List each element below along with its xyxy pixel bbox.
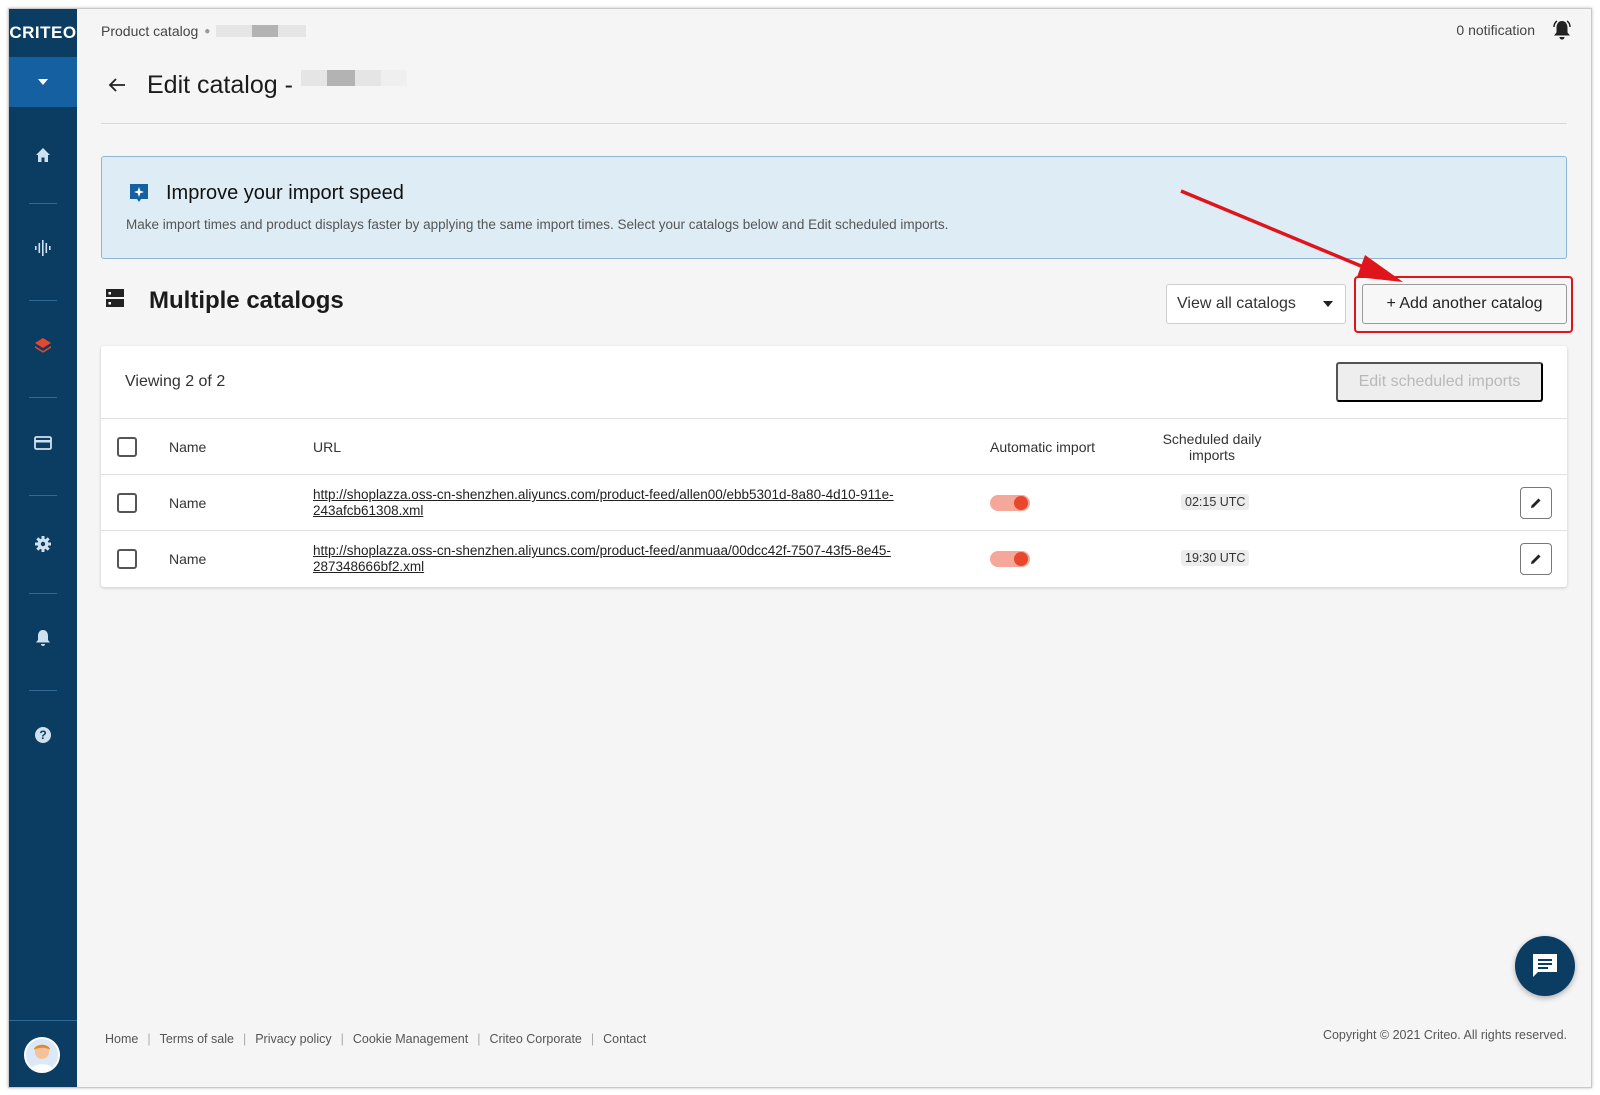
sidebar-item-help[interactable]: ?	[9, 715, 77, 755]
catalog-name: Name	[169, 495, 207, 511]
page-header: Edit catalog -	[101, 69, 407, 100]
column-header-scheduled-imports: Scheduled daily imports	[1162, 431, 1262, 463]
catalog-url-link[interactable]: http://shoplazza.oss-cn-shenzhen.aliyunc…	[313, 543, 963, 575]
table-row: Name http://shoplazza.oss-cn-shenzhen.al…	[101, 530, 1567, 587]
sidebar-item-settings[interactable]	[9, 524, 77, 564]
column-header-automatic-import: Automatic import	[990, 439, 1096, 455]
footer-link-privacy[interactable]: Privacy policy	[255, 1032, 331, 1046]
edit-catalog-button[interactable]	[1520, 543, 1552, 575]
sidebar-item-notifications[interactable]	[9, 618, 77, 658]
copyright-text: Copyright © 2021 Criteo. All rights rese…	[1322, 1028, 1567, 1042]
view-catalogs-select[interactable]: View all catalogs	[1166, 284, 1346, 324]
section-title: Multiple catalogs	[149, 287, 344, 314]
annotation-arrow	[1180, 189, 1403, 282]
table-row: Name http://shoplazza.oss-cn-shenzhen.al…	[101, 474, 1567, 530]
bell-ringing-icon[interactable]	[1551, 19, 1573, 41]
caret-down-icon	[38, 79, 48, 85]
audio-wave-icon	[35, 240, 51, 256]
home-icon	[36, 148, 50, 162]
footer-links: Home | Terms of sale | Privacy policy | Coo…	[105, 1032, 647, 1046]
back-arrow-icon[interactable]	[101, 73, 133, 99]
column-header-url: URL	[313, 439, 342, 455]
catalogs-table: Viewing 2 of 2 Edit scheduled imports Na…	[101, 346, 1567, 587]
select-all-checkbox[interactable]	[117, 437, 137, 457]
automatic-import-toggle[interactable]	[990, 495, 1030, 511]
pencil-icon	[1531, 554, 1541, 564]
catalog-name: Name	[169, 551, 207, 567]
breadcrumb-product-catalog[interactable]: Product catalog	[101, 23, 198, 39]
sidebar: CRITEO ?	[9, 9, 77, 1087]
help-icon: ?	[35, 727, 51, 743]
footer-link-cookies[interactable]: Cookie Management	[353, 1032, 468, 1046]
notification-area: 0 notification	[1456, 19, 1573, 41]
chat-icon	[1533, 954, 1557, 977]
breadcrumb: Product catalog ●	[101, 23, 307, 39]
edit-catalog-button[interactable]	[1520, 487, 1552, 519]
main-content: Product catalog ● 0 notification Edit ca…	[77, 9, 1591, 1087]
sidebar-item-billing[interactable]	[9, 423, 77, 463]
row-checkbox[interactable]	[117, 549, 137, 569]
page-title: Edit catalog -	[147, 71, 293, 99]
footer-link-corporate[interactable]: Criteo Corporate	[489, 1032, 581, 1046]
viewing-count: Viewing 2 of 2	[125, 373, 226, 390]
banner-description: Make import times and product displays f…	[126, 217, 949, 232]
svg-text:?: ?	[39, 728, 46, 742]
app-window: CRITEO ? Product catalog ● 0 notificatio…	[8, 8, 1592, 1088]
scheduled-time: 19:30 UTC	[1181, 550, 1250, 566]
catalog-url-cell: http://shoplazza.oss-cn-shenzhen.aliyunc…	[313, 543, 963, 575]
sidebar-item-analytics[interactable]	[9, 228, 77, 268]
credit-card-icon	[34, 436, 52, 450]
pencil-icon	[1531, 498, 1541, 508]
add-another-catalog-button[interactable]: + Add another catalog	[1362, 284, 1567, 324]
automatic-import-toggle[interactable]	[990, 551, 1030, 567]
scheduled-time: 02:15 UTC	[1181, 494, 1250, 510]
criteo-logo[interactable]: CRITEO	[9, 9, 77, 57]
catalog-url-link[interactable]: http://shoplazza.oss-cn-shenzhen.aliyunc…	[313, 487, 963, 519]
catalog-url-cell: http://shoplazza.oss-cn-shenzhen.aliyunc…	[313, 487, 963, 519]
catalogs-section-header: Multiple catalogs View all catalogs + Ad…	[101, 276, 1573, 334]
caret-down-icon	[1323, 301, 1333, 307]
chat-support-button[interactable]	[1515, 936, 1575, 996]
gear-icon	[35, 536, 51, 552]
edit-scheduled-imports-button[interactable]: Edit scheduled imports	[1336, 362, 1543, 402]
footer-link-contact[interactable]: Contact	[603, 1032, 646, 1046]
storage-icon	[106, 289, 124, 307]
bell-icon	[36, 630, 50, 646]
footer-link-terms[interactable]: Terms of sale	[160, 1032, 234, 1046]
view-catalogs-value: View all catalogs	[1177, 295, 1296, 312]
sparkle-badge-icon	[130, 184, 148, 202]
sidebar-item-home[interactable]	[9, 135, 77, 175]
account-switcher-button[interactable]	[9, 57, 77, 107]
column-header-name: Name	[169, 439, 207, 455]
layers-icon	[35, 338, 51, 353]
table-header-row: Name URL Automatic import Scheduled dail…	[101, 418, 1567, 474]
banner-title: Improve your import speed	[166, 182, 404, 204]
footer-link-home[interactable]: Home	[105, 1032, 138, 1046]
user-avatar[interactable]	[24, 1037, 60, 1073]
row-checkbox[interactable]	[117, 493, 137, 513]
sidebar-item-catalogs[interactable]	[9, 325, 77, 365]
notification-count: 0 notification	[1456, 22, 1535, 38]
